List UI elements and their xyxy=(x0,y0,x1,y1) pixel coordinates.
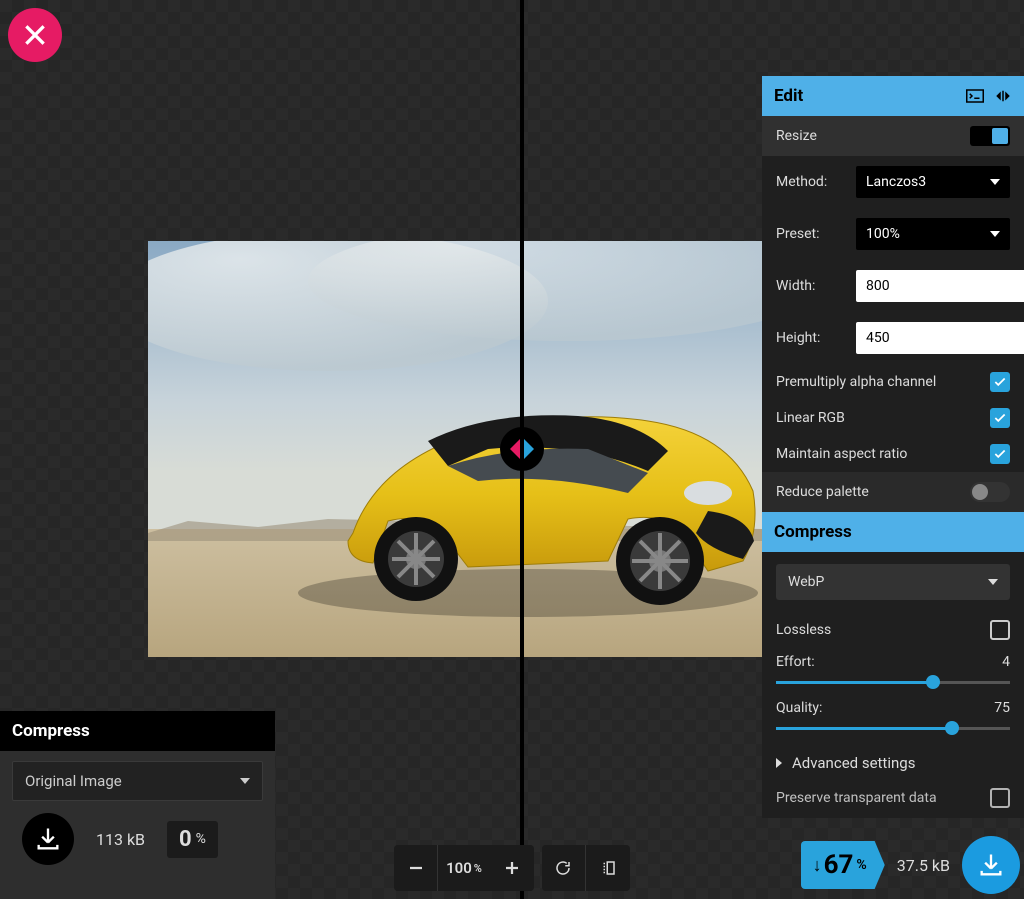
method-label: Method: xyxy=(776,174,846,190)
download-icon xyxy=(977,851,1005,879)
right-panel: Edit Resize Method: Lanczos3 Preset: 100… xyxy=(762,76,1024,818)
original-reduction-badge: 0 % xyxy=(167,821,218,858)
reduce-palette-toggle[interactable] xyxy=(970,482,1010,502)
quality-label: Quality: xyxy=(776,700,822,716)
zoom-unit: % xyxy=(474,862,482,875)
percent-unit: % xyxy=(196,831,206,847)
transform-button[interactable] xyxy=(586,845,630,891)
advanced-label: Advanced settings xyxy=(792,754,915,772)
premultiply-label: Premultiply alpha channel xyxy=(776,374,936,390)
preview-area[interactable] xyxy=(148,241,762,657)
close-icon xyxy=(22,22,48,48)
compress-section-header: Compress xyxy=(762,512,1024,552)
compress-format-value: WebP xyxy=(788,574,824,590)
quality-value: 75 xyxy=(994,700,1010,716)
download-compressed-button[interactable] xyxy=(962,836,1020,894)
left-format-value: Original Image xyxy=(25,772,122,790)
output-file-size: 37.5 kB xyxy=(897,856,950,875)
chevron-down-icon xyxy=(240,778,250,784)
width-input[interactable] xyxy=(856,270,1024,302)
maintain-aspect-checkbox[interactable] xyxy=(990,444,1010,464)
effort-slider[interactable] xyxy=(776,674,1010,690)
reduction-unit: % xyxy=(856,857,866,873)
preserve-transparent-label: Preserve transparent data xyxy=(776,790,937,806)
chevron-down-icon xyxy=(990,231,1000,237)
original-reduction-value: 0 xyxy=(179,827,192,852)
arrow-left-icon xyxy=(510,439,520,459)
left-format-select[interactable]: Original Image xyxy=(12,761,263,801)
compress-header-label: Compress xyxy=(774,522,852,542)
zoom-level[interactable]: 100 % xyxy=(438,845,490,891)
download-original-button[interactable] xyxy=(22,813,74,865)
height-label: Height: xyxy=(776,330,846,346)
chevron-right-icon xyxy=(776,758,782,768)
original-file-size: 113 kB xyxy=(96,830,145,849)
reduction-badge: ↓ 67 % xyxy=(801,841,885,889)
left-panel: Compress Original Image 113 kB 0 % xyxy=(0,711,275,899)
rotate-button[interactable] xyxy=(542,845,586,891)
right-footer: ↓ 67 % 37.5 kB xyxy=(762,831,1024,899)
arrow-right-icon xyxy=(524,439,534,459)
preset-value: 100% xyxy=(866,226,900,242)
compare-toggle-icon[interactable] xyxy=(994,89,1012,103)
preview-image xyxy=(148,241,762,657)
preset-label: Preset: xyxy=(776,226,846,242)
resize-toggle[interactable] xyxy=(970,126,1010,146)
zoom-value: 100 xyxy=(446,859,472,877)
close-button[interactable] xyxy=(8,8,62,62)
method-value: Lanczos3 xyxy=(866,174,926,190)
effort-value: 4 xyxy=(1002,654,1010,670)
zoom-out-button[interactable] xyxy=(394,845,438,891)
edit-section-header: Edit xyxy=(762,76,1024,116)
advanced-settings-toggle[interactable]: Advanced settings xyxy=(762,740,1024,782)
compress-format-select[interactable]: WebP xyxy=(776,564,1010,600)
maintain-aspect-label: Maintain aspect ratio xyxy=(776,446,907,462)
lossless-label: Lossless xyxy=(776,622,831,638)
width-label: Width: xyxy=(776,278,846,294)
zoom-in-button[interactable] xyxy=(490,845,534,891)
quality-slider[interactable] xyxy=(776,720,1010,736)
compare-slider-handle[interactable] xyxy=(500,427,544,471)
edit-header-label: Edit xyxy=(774,86,803,106)
chevron-down-icon xyxy=(990,179,1000,185)
height-input[interactable] xyxy=(856,322,1024,354)
preserve-transparent-checkbox[interactable] xyxy=(990,788,1010,808)
premultiply-checkbox[interactable] xyxy=(990,372,1010,392)
reduction-value: 67 xyxy=(824,850,854,880)
effort-label: Effort: xyxy=(776,654,815,670)
arrow-down-icon: ↓ xyxy=(813,855,822,876)
lossless-checkbox[interactable] xyxy=(990,620,1010,640)
linear-rgb-checkbox[interactable] xyxy=(990,408,1010,428)
chevron-down-icon xyxy=(988,579,998,585)
download-icon xyxy=(34,825,62,853)
preset-select[interactable]: 100% xyxy=(856,218,1010,250)
terminal-icon[interactable] xyxy=(966,89,984,103)
linear-rgb-label: Linear RGB xyxy=(776,410,845,426)
left-compress-header: Compress xyxy=(0,711,275,751)
reduce-palette-label: Reduce palette xyxy=(776,484,869,500)
resize-label: Resize xyxy=(776,128,817,144)
method-select[interactable]: Lanczos3 xyxy=(856,166,1010,198)
